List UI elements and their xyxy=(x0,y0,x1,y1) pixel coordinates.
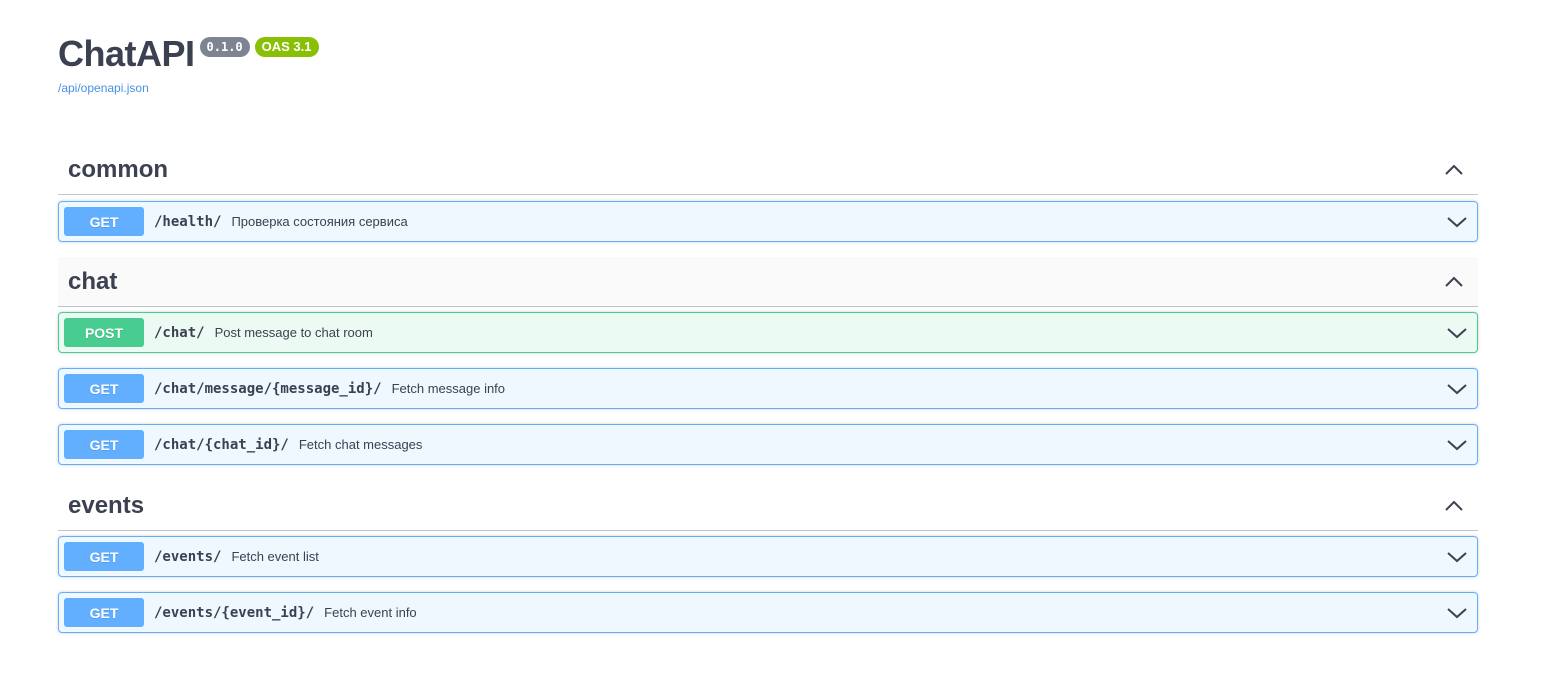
method-badge: GET xyxy=(64,598,144,627)
tag-name: events xyxy=(68,491,145,519)
method-badge: GET xyxy=(64,207,144,236)
method-badge: POST xyxy=(64,318,144,347)
page-title: ChatAPI xyxy=(58,33,195,74)
chevron-down-icon[interactable] xyxy=(1445,433,1469,457)
operation-summary: Fetch event list xyxy=(231,549,319,564)
operation-summary: Post message to chat room xyxy=(214,325,373,340)
operation-get-events[interactable]: GET /events/ Fetch event list xyxy=(58,536,1478,577)
tag-common-header[interactable]: common xyxy=(58,145,1478,195)
operation-get-health[interactable]: GET /health/ Проверка состояния сервиса xyxy=(58,201,1478,242)
operation-get-chat-message[interactable]: GET /chat/message/{message_id}/ Fetch me… xyxy=(58,368,1478,409)
openapi-spec-link[interactable]: /api/openapi.json xyxy=(58,81,149,95)
operation-summary: Fetch event info xyxy=(324,605,417,620)
api-info-title: ChatAPI 0.1.0 OAS 3.1 xyxy=(58,34,319,74)
chevron-up-icon[interactable] xyxy=(1440,270,1468,294)
operation-summary: Проверка состояния сервиса xyxy=(231,214,408,229)
tag-chat-header[interactable]: chat xyxy=(58,257,1478,307)
operation-summary: Fetch chat messages xyxy=(298,437,423,452)
operation-path: /events/{event_id}/ xyxy=(154,604,315,621)
chevron-down-icon[interactable] xyxy=(1445,545,1469,569)
operation-get-event-info[interactable]: GET /events/{event_id}/ Fetch event info xyxy=(58,592,1478,633)
operation-path: /chat/message/{message_id}/ xyxy=(154,380,382,397)
method-badge: GET xyxy=(64,374,144,403)
version-badge: 0.1.0 xyxy=(199,37,250,57)
tag-events-header[interactable]: events xyxy=(58,481,1478,531)
method-badge: GET xyxy=(64,430,144,459)
operation-path: /health/ xyxy=(154,213,222,230)
oas-badge: OAS 3.1 xyxy=(254,37,319,57)
method-badge: GET xyxy=(64,542,144,571)
operation-path: /chat/{chat_id}/ xyxy=(154,436,289,453)
operation-path: /chat/ xyxy=(154,324,205,341)
chevron-down-icon[interactable] xyxy=(1445,377,1469,401)
chevron-down-icon[interactable] xyxy=(1445,321,1469,345)
chevron-up-icon[interactable] xyxy=(1440,158,1468,182)
tag-name: common xyxy=(68,155,169,183)
operation-post-chat[interactable]: POST /chat/ Post message to chat room xyxy=(58,312,1478,353)
operation-path: /events/ xyxy=(154,548,222,565)
operation-summary: Fetch message info xyxy=(391,381,506,396)
operation-get-chat-messages[interactable]: GET /chat/{chat_id}/ Fetch chat messages xyxy=(58,424,1478,465)
chevron-up-icon[interactable] xyxy=(1440,494,1468,518)
chevron-down-icon[interactable] xyxy=(1445,601,1469,625)
chevron-down-icon[interactable] xyxy=(1445,210,1469,234)
tag-name: chat xyxy=(68,267,118,295)
